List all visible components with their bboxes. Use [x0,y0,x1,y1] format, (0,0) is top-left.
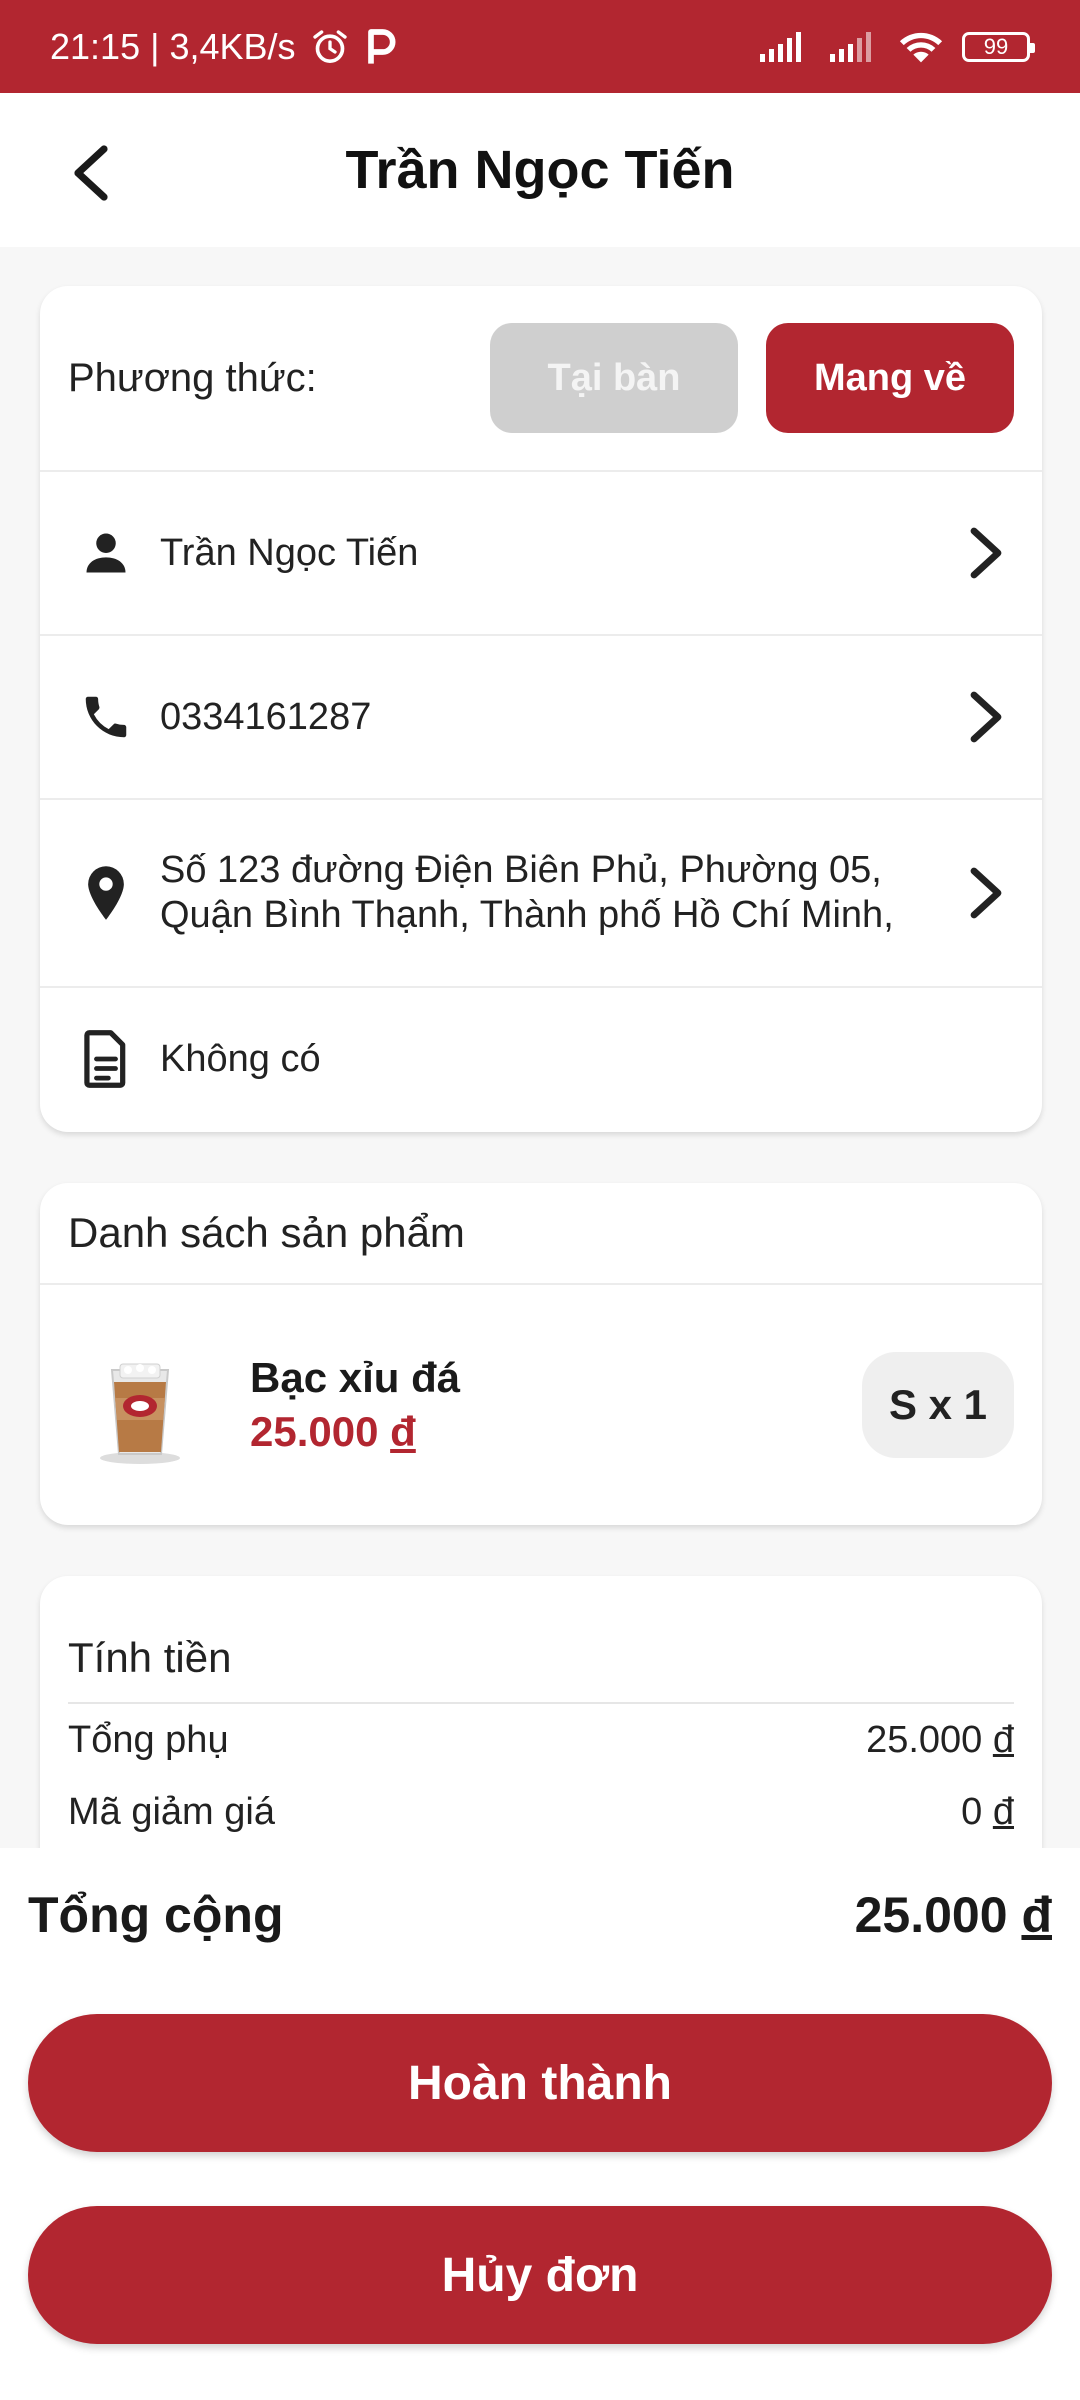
subtotal-value: 25.000 đ [866,1718,1014,1761]
p-icon [364,27,398,67]
order-info-card: Phương thức: Tại bàn Mang về Trần Ngọc T… [40,286,1042,1132]
customer-phone: 0334161287 [160,695,372,738]
person-icon [74,521,138,585]
bill-title: Tính tiền [68,1576,1014,1704]
customer-address-row[interactable]: Số 123 đường Điện Biên Phủ, Phường 05, Q… [40,800,1042,988]
products-title: Danh sách sản phẩm [40,1183,1042,1285]
product-info: Bạc xỉu đá 25.000 đ [250,1354,460,1456]
app-header: Trần Ngọc Tiến [0,93,1080,247]
bottom-panel: Tổng cộng 25.000 đ Hoàn thành Hủy đơn [0,1848,1080,2400]
product-image [74,1340,204,1470]
product-name: Bạc xỉu đá [250,1354,461,1401]
products-card: Danh sách sản phẩm Bạc xỉu đá 25.000 đ S… [40,1183,1042,1525]
subtotal-label: Tổng phụ [68,1718,229,1761]
discount-label: Mã giảm giá [68,1790,275,1833]
discount-row: Mã giảm giá 0 đ [68,1776,1014,1848]
takeaway-button[interactable]: Mang về [766,323,1014,433]
order-note-row[interactable]: Không có [40,988,1042,1130]
wifi-icon [898,29,944,65]
location-pin-icon [74,861,138,925]
phone-icon [74,685,138,749]
total-label: Tổng cộng [28,1887,284,1943]
chevron-right-icon [958,521,1014,585]
signal-icon-2 [828,30,880,64]
customer-phone-row[interactable]: 0334161287 [40,636,1042,800]
chevron-left-icon [74,145,108,201]
dine-in-button[interactable]: Tại bàn [490,323,738,433]
method-label: Phương thức: [68,355,317,400]
discount-value: 0 đ [961,1790,1014,1833]
page-title: Trần Ngọc Tiến [345,140,735,200]
battery-icon: 99 [962,31,1035,62]
complete-button[interactable]: Hoàn thành [28,2014,1052,2152]
chevron-right-icon [958,861,1014,925]
order-note: Không có [160,1037,321,1080]
product-price: 25.000 đ [250,1408,416,1455]
customer-address: Số 123 đường Điện Biên Phủ, Phường 05, Q… [160,849,894,936]
chevron-right-icon [958,685,1014,749]
status-time: 21:15 | 3,4KB/s [50,25,296,67]
alarm-icon [310,27,350,67]
battery-level: 99 [983,33,1009,59]
subtotal-row: Tổng phụ 25.000 đ [68,1704,1014,1776]
customer-name: Trần Ngọc Tiến [160,531,419,574]
status-bar: 21:15 | 3,4KB/s 99 [0,0,1080,93]
cancel-order-button[interactable]: Hủy đơn [28,2206,1052,2344]
method-row: Phương thức: Tại bàn Mang về [40,286,1042,472]
document-icon [74,1027,138,1091]
total-row: Tổng cộng 25.000 đ [28,1870,1052,1960]
list-item[interactable]: Bạc xỉu đá 25.000 đ S x 1 [40,1285,1042,1525]
method-toggle: Tại bàn Mang về [490,323,1014,433]
size-quantity-chip: S x 1 [862,1352,1014,1458]
total-value: 25.000 đ [854,1887,1052,1943]
back-button[interactable] [40,123,140,223]
customer-name-row[interactable]: Trần Ngọc Tiến [40,472,1042,636]
signal-icon [758,30,810,64]
